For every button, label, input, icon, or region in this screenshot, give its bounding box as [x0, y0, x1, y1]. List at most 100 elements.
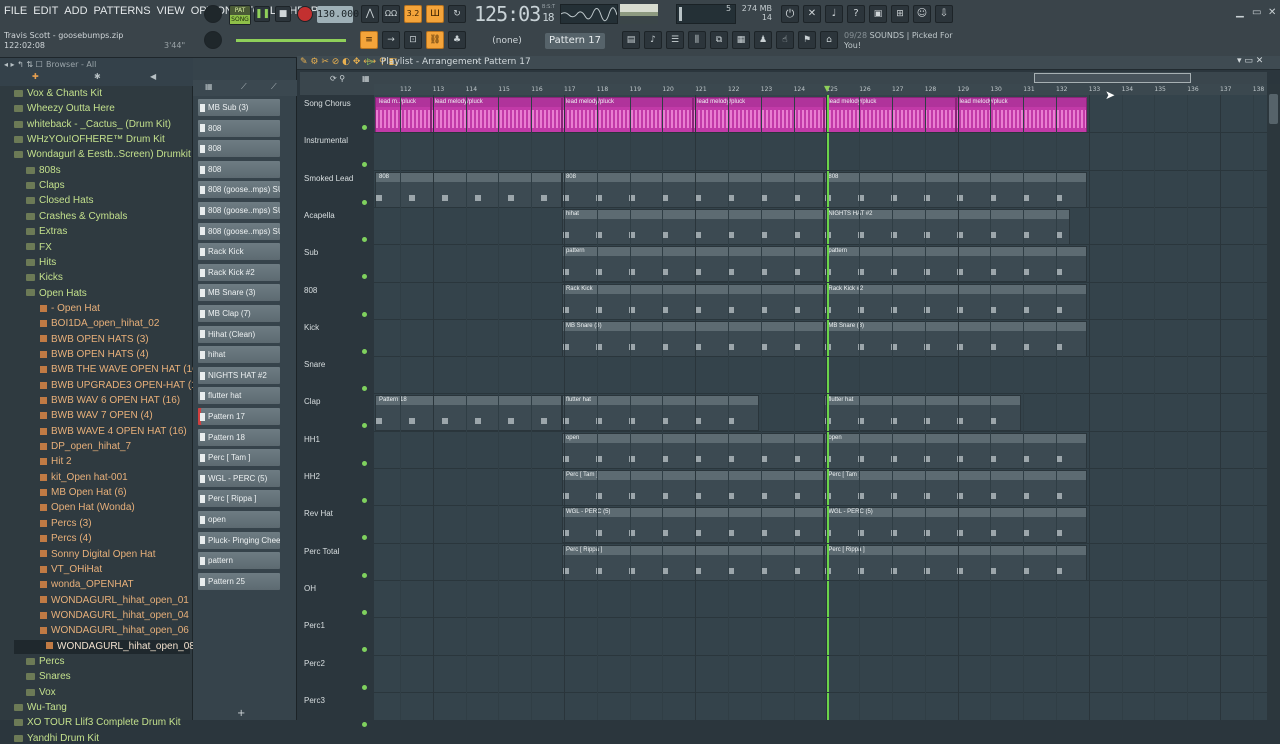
playlist-pattern[interactable]: Pattern 17 — [484, 57, 531, 67]
browser-view-icon[interactable]: ▦ — [732, 31, 750, 49]
browser-folder[interactable]: Hits — [26, 257, 56, 268]
stop-button[interactable]: ■ — [275, 6, 291, 22]
add-icon[interactable]: ✚ — [32, 72, 39, 81]
mixer-icon[interactable]: ⊞ — [891, 5, 909, 23]
pattern-item[interactable]: WGL - PERC (5) — [198, 469, 280, 487]
playhead-marker-icon[interactable]: ▼ — [824, 84, 830, 93]
browser-file[interactable]: MB Open Hat (6) — [40, 487, 127, 498]
track-mute-led[interactable] — [362, 236, 367, 242]
browser-folder[interactable]: whiteback - _Cactus_ (Drum Kit) — [14, 119, 171, 130]
browser-file[interactable]: WONDAGURL_hihat_open_01 — [40, 595, 189, 606]
pattern-item[interactable]: Pattern 17 — [198, 408, 280, 425]
minimize-button[interactable]: ▁ — [1236, 7, 1244, 18]
playlist-grid[interactable]: lead m../pluck lead melody/pluck lead melo… — [374, 95, 1267, 720]
browser-folder[interactable]: Extras — [26, 226, 67, 237]
browser-file[interactable]: DP_open_hihat_7 — [40, 441, 131, 452]
pattern-clip[interactable]: hihat — [561, 208, 825, 245]
link-icon[interactable]: ⟳ ⚲ — [330, 74, 345, 83]
browser-file[interactable]: WONDAGURL_hihat_open_06 — [40, 625, 189, 636]
track-mute-led[interactable] — [362, 609, 367, 615]
browser-file[interactable]: kit_Open hat-001 — [40, 472, 128, 483]
link-button[interactable]: ⛓ — [426, 31, 444, 49]
track-name[interactable]: Kick — [304, 323, 319, 332]
add-pattern-icon[interactable]: + — [237, 708, 245, 719]
pattern-item[interactable]: open — [198, 511, 280, 528]
pattern-clip[interactable]: 808 — [561, 171, 825, 208]
menu-item-edit[interactable]: EDIT — [33, 5, 58, 17]
browser-folder[interactable]: Kicks — [26, 272, 63, 283]
track-name[interactable]: Perc1 — [304, 621, 325, 630]
track-name[interactable]: Snare — [304, 360, 325, 369]
pattern-clip[interactable]: 808 — [824, 171, 1087, 208]
track-mute-led[interactable] — [362, 460, 367, 466]
pattern-item[interactable]: Pluck- Pinging Cheese — [198, 531, 280, 549]
pattern-clip[interactable]: Perc [ Rippa ] — [824, 544, 1087, 581]
metronome-button[interactable]: ⋀ — [361, 5, 379, 23]
browser-arrows-icon[interactable]: ◂ ▸ ↰ ⇅ ☐ — [4, 60, 43, 69]
playlist-window-controls[interactable]: ▾ ▭ ✕ — [1237, 56, 1263, 66]
mixer-view-icon[interactable]: ⫼ — [688, 31, 706, 49]
track-name[interactable]: Acapella — [304, 211, 335, 220]
plugin-picker-icon[interactable]: ⧉ — [710, 31, 728, 49]
track-name[interactable]: Song Chorus — [304, 99, 351, 108]
pattern-clip[interactable]: pattern — [561, 246, 825, 283]
brush2-icon[interactable]: ⟋ — [271, 82, 277, 92]
browser-folder[interactable]: Wheezy Outta Here — [14, 103, 115, 114]
tempo-display[interactable]: 130.000 — [317, 6, 359, 23]
browser-title[interactable]: Browser - All — [46, 60, 96, 69]
piano-icon[interactable]: ▦ — [205, 82, 213, 91]
pattern-clip[interactable]: open — [824, 432, 1087, 469]
track-name[interactable]: Smoked Lead — [304, 174, 353, 183]
audio-clip[interactable]: lead melody/pluck — [955, 97, 1087, 133]
browser-folder[interactable]: Closed Hats — [26, 195, 93, 206]
pattern-item[interactable]: hihat — [198, 346, 280, 364]
step-button[interactable]: → — [382, 31, 400, 49]
pattern-clip[interactable]: MB Snare (3) — [561, 320, 825, 357]
timeline-ruler[interactable]: 112 113 114 115 116 117 118 119 120 121 122 123 124 1… — [374, 84, 1267, 95]
vertical-scrollbar[interactable] — [1267, 84, 1280, 720]
pattern-item[interactable]: Rack Kick — [198, 243, 280, 261]
pattern-item[interactable]: Hihat (Clean) — [198, 325, 280, 343]
pattern-selector[interactable]: Pattern 17 — [545, 33, 605, 49]
browser-folder[interactable]: Vox — [26, 687, 56, 698]
loop-record-button[interactable]: ↻ — [448, 5, 466, 23]
piano-roll-mini-icon[interactable]: ▦ — [362, 74, 370, 83]
record-button[interactable] — [297, 6, 313, 22]
menu-item-patterns[interactable]: PATTERNS — [94, 5, 151, 17]
track-name[interactable]: HH2 — [304, 472, 320, 481]
track-mute-led[interactable] — [362, 684, 367, 690]
browser-folder[interactable]: Claps — [26, 180, 65, 191]
microphone-icon[interactable]: ♩ — [825, 5, 843, 23]
track-mute-led[interactable] — [362, 721, 367, 727]
pattern-clip[interactable]: Perc [ Tam ] — [824, 470, 1087, 506]
countdown-button[interactable]: 3.2 — [404, 5, 422, 23]
pattern-clip[interactable]: WGL - PERC (5) — [561, 507, 825, 544]
menu-item-add[interactable]: ADD — [64, 5, 87, 17]
browser-file[interactable]: - Open Hat — [40, 303, 100, 314]
pattern-clip[interactable]: 808 — [375, 171, 562, 208]
browser-file[interactable]: BWB UPGRADE3 OPEN-HAT (15) — [40, 380, 206, 391]
playlist-view-icon[interactable]: ▤ — [622, 31, 640, 49]
pattern-clip[interactable]: Pattern 18 — [375, 395, 562, 432]
browser-file[interactable]: Sonny Digital Open Hat — [40, 549, 156, 560]
pattern-clip[interactable]: flutter hat — [561, 395, 759, 432]
track-mute-led[interactable] — [362, 386, 367, 392]
track-mute-led[interactable] — [362, 498, 367, 503]
browser-folder[interactable]: Wondagurl & Eestb..Screen) Drumkit — [14, 149, 191, 160]
pattern-clip[interactable]: NIGHTS HAT #2 — [824, 208, 1071, 245]
pattern-clip[interactable]: WGL - PERC (5) — [824, 507, 1087, 544]
pattern-item[interactable]: 808 — [198, 140, 280, 158]
browser-folder[interactable]: XO TOUR Llif3 Complete Drum Kit — [14, 717, 181, 728]
track-name[interactable]: OH — [304, 584, 316, 593]
midi-icon[interactable]: ✕ — [803, 5, 821, 23]
overview-strip[interactable] — [374, 72, 1267, 84]
track-name[interactable]: Perc Total — [304, 547, 339, 556]
track-name[interactable]: Rev Hat — [304, 509, 333, 518]
browser-folder[interactable]: WHzYOu!OFHERE™ Drum Kit — [14, 134, 165, 145]
master-volume-knob[interactable] — [204, 5, 222, 23]
track-mute-led[interactable] — [362, 311, 367, 317]
track-mute-led[interactable] — [362, 348, 367, 354]
overview-window[interactable] — [1034, 73, 1191, 83]
browser-file[interactable]: BWB WAV 6 OPEN HAT (16) — [40, 395, 180, 406]
browser-file[interactable]: VT_OHiHat — [40, 564, 102, 575]
